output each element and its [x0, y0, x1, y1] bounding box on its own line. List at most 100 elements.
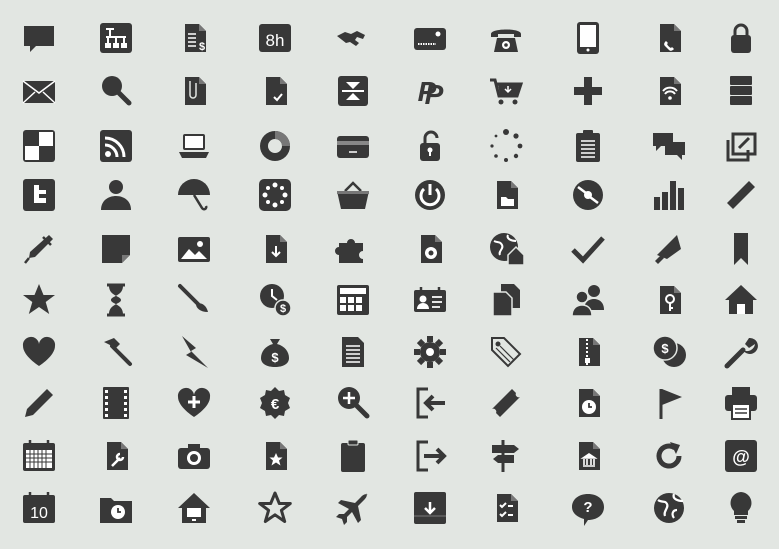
clipboard-icon: [333, 436, 373, 476]
twitter-icon: [19, 175, 59, 215]
globe-icon: [649, 488, 689, 528]
user-icon: [96, 175, 136, 215]
globe-home-icon: [486, 229, 526, 269]
star-icon: [19, 280, 59, 320]
signpost-icon: [486, 436, 526, 476]
health-icon: [174, 383, 214, 423]
gear-icon: [410, 332, 450, 372]
padlock-icon: [721, 18, 761, 58]
hourglass-icon: [96, 280, 136, 320]
hours-badge-icon: 8h: [255, 18, 295, 58]
attachment-document-icon: [174, 71, 214, 111]
lightbulb-icon: [721, 488, 761, 528]
checkerboard-icon: [19, 126, 59, 166]
svg-text:10: 10: [30, 505, 48, 522]
svg-text:$: $: [199, 41, 205, 53]
svg-text:€: €: [271, 396, 280, 413]
calculator-icon: [333, 280, 373, 320]
svg-text:$: $: [661, 341, 669, 356]
wrench-icon: [721, 332, 761, 372]
at-sign-icon: @: [721, 436, 761, 476]
checklist-document-icon: [486, 488, 526, 528]
icon-grid: $8h P P $ $ $ € @10?: [0, 0, 779, 549]
key-document-icon: [649, 280, 689, 320]
wifi-document-icon: [649, 71, 689, 111]
hammer-icon: [96, 332, 136, 372]
speech-bubble-icon: [19, 18, 59, 58]
money-bag-icon: $: [255, 332, 295, 372]
heart-icon: [19, 332, 59, 372]
users-icon: [568, 280, 608, 320]
airplane-icon: [333, 488, 373, 528]
tools-document-icon: [96, 436, 136, 476]
printer-icon: [721, 383, 761, 423]
home-screen-icon: [174, 488, 214, 528]
external-link-icon: [721, 126, 761, 166]
checkmark-icon: [568, 229, 608, 269]
inbox-download-icon: [410, 488, 450, 528]
compress-icon: [333, 71, 373, 111]
zip-file-icon: [568, 332, 608, 372]
bar-chart-icon: [649, 175, 689, 215]
note-icon: [96, 229, 136, 269]
home-icon: [721, 280, 761, 320]
credit-card-icon: [410, 18, 450, 58]
loading-spinner-icon: [486, 126, 526, 166]
film-strip-icon: [96, 383, 136, 423]
lightning-icon: [174, 332, 214, 372]
invoice-icon: $: [174, 18, 214, 58]
calendar-grid-icon: [19, 436, 59, 476]
ruler-icon: [721, 175, 761, 215]
camera-icon: [174, 436, 214, 476]
document-list-icon: [333, 332, 373, 372]
svg-text:?: ?: [583, 499, 592, 516]
picture-icon: [174, 229, 214, 269]
bank-card-icon: [333, 126, 373, 166]
sign-out-icon: [410, 436, 450, 476]
svg-text:8h: 8h: [266, 31, 285, 50]
tag-icon: [486, 332, 526, 372]
svg-text:P: P: [425, 79, 444, 110]
download-document-icon: [255, 229, 295, 269]
starred-document-icon: [255, 436, 295, 476]
sign-in-icon: [410, 383, 450, 423]
checked-document-icon: [255, 71, 295, 111]
bank-document-icon: [568, 436, 608, 476]
folder-document-icon: [486, 175, 526, 215]
flag-icon: [649, 383, 689, 423]
plus-icon: [568, 71, 608, 111]
time-money-icon: $: [255, 280, 295, 320]
rss-icon: [96, 126, 136, 166]
pencil-icon: [19, 383, 59, 423]
unlocked-icon: [410, 126, 450, 166]
clipboard-list-icon: [568, 126, 608, 166]
copy-documents-icon: [486, 280, 526, 320]
basket-icon: [333, 175, 373, 215]
phone-document-icon: [649, 18, 689, 58]
refresh-icon: [649, 436, 689, 476]
puzzle-icon: [333, 229, 373, 269]
laptop-icon: [174, 126, 214, 166]
shopping-cart-icon: [486, 71, 526, 111]
id-card-icon: [410, 280, 450, 320]
settings-document-icon: [410, 229, 450, 269]
telephone-icon: [486, 18, 526, 58]
power-icon: [410, 175, 450, 215]
umbrella-icon: [174, 175, 214, 215]
donut-chart-icon: [255, 126, 295, 166]
svg-text:$: $: [271, 350, 279, 365]
svg-text:$: $: [280, 303, 286, 315]
film-reel-icon: [255, 175, 295, 215]
coins-icon: $: [649, 332, 689, 372]
tablet-icon: [568, 18, 608, 58]
svg-text:@: @: [732, 447, 750, 467]
fountain-pen-icon: [19, 229, 59, 269]
help-bubble-icon: ?: [568, 488, 608, 528]
paintbrush-icon: [174, 280, 214, 320]
chat-bubbles-icon: [649, 126, 689, 166]
star-outline-icon: [255, 488, 295, 528]
ticket-icon: [486, 383, 526, 423]
magnifier-icon: [96, 71, 136, 111]
paypal-icon: PP: [410, 71, 450, 111]
handshake-icon: [333, 18, 373, 58]
